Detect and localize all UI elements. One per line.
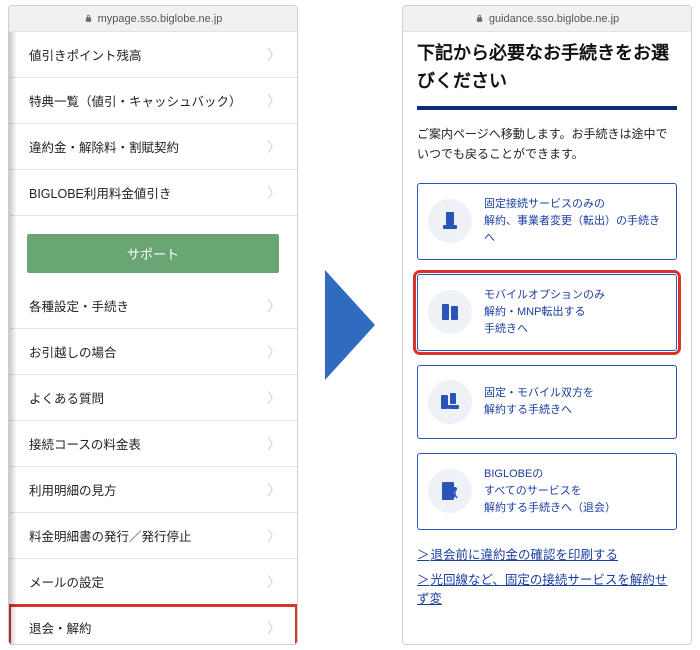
guidance-link[interactable]: 光回線など、固定の接続サービスを解約せず変 [417, 569, 677, 607]
menu-row-label: メールの設定 [29, 572, 104, 591]
card-text-line: 解約する手続きへ（退会） [484, 500, 616, 517]
chevron-right-icon: 〉 [267, 299, 281, 313]
exit-door-icon [428, 469, 472, 513]
lock-icon [84, 14, 93, 23]
chevron-right-icon: 〉 [267, 575, 281, 589]
menu-row[interactable]: 各種設定・手続き 〉 [9, 283, 297, 329]
menu-row[interactable]: メールの設定 〉 [9, 559, 297, 605]
menu-row[interactable]: お引越しの場合 〉 [9, 329, 297, 375]
menu-row-label: 特典一覧（値引・キャッシュバック） [29, 91, 242, 110]
menu-row-label: 料金明細書の発行／発行停止 [29, 526, 192, 545]
menu-row[interactable]: 違約金・解除料・割賦契約 〉 [9, 124, 297, 170]
card-text-line: BIGLOBEの [484, 466, 616, 483]
chevron-right-icon: 〉 [267, 48, 281, 62]
card-text: 固定・モバイル双方を解約する手続きへ [484, 385, 594, 419]
page-description: ご案内ページへ移動します。お手続きは途中でいつでも戻ることができます。 [417, 124, 677, 165]
guidance-link[interactable]: 退会前に違約金の確認を印刷する [417, 544, 677, 563]
menu-row-label: 違約金・解除料・割賦契約 [29, 137, 179, 156]
menu-row-label: BIGLOBE利用料金値引き [29, 183, 171, 202]
card-text-line: 解約・MNP転出する [484, 304, 605, 321]
phones-icon [428, 290, 472, 334]
card-text: BIGLOBEのすべてのサービスを解約する手続きへ（退会） [484, 466, 616, 517]
address-bar: guidance.sso.biglobe.ne.jp [403, 6, 691, 32]
card-all-services[interactable]: BIGLOBEのすべてのサービスを解約する手続きへ（退会） [417, 453, 677, 530]
support-label: サポート [127, 247, 179, 262]
address-bar: mypage.sso.biglobe.ne.jp [9, 6, 297, 32]
menu-row[interactable]: 利用明細の見方 〉 [9, 467, 297, 513]
card-text-line: 解約、事業者変更（転出）の手続きへ [484, 213, 666, 247]
url-text: mypage.sso.biglobe.ne.jp [98, 13, 223, 25]
support-button[interactable]: サポート [27, 234, 279, 273]
menu-row-label: 利用明細の見方 [29, 480, 117, 499]
card-text-line: 解約する手続きへ [484, 402, 594, 419]
right-content: 下記から必要なお手続きをお選びください ご案内ページへ移動します。お手続きは途中… [403, 32, 691, 644]
chevron-right-icon: 〉 [267, 345, 281, 359]
router-phone-icon [428, 380, 472, 424]
menu-row-label: 値引きポイント残高 [29, 45, 142, 64]
menu-row[interactable]: 料金明細書の発行／発行停止 〉 [9, 513, 297, 559]
page-title: 下記から必要なお手続きをお選びください [417, 32, 677, 110]
menu-row-label: 各種設定・手続き [29, 296, 129, 315]
card-text-line: 固定接続サービスのみの [484, 196, 666, 213]
menu-row-label: お引越しの場合 [29, 342, 117, 361]
card-text-line: すべてのサービスを [484, 483, 616, 500]
card-text-line: モバイルオプションのみ [484, 287, 605, 304]
phone-guidance: guidance.sso.biglobe.ne.jp 下記から必要なお手続きをお… [402, 5, 692, 645]
menu-row[interactable]: 値引きポイント残高 〉 [9, 32, 297, 78]
phone-mypage: mypage.sso.biglobe.ne.jp 値引きポイント残高〉特典一覧（… [8, 5, 298, 645]
menu-row-label: 退会・解約 [29, 618, 92, 637]
chevron-right-icon: 〉 [267, 483, 281, 497]
card-fixed-only[interactable]: 固定接続サービスのみの解約、事業者変更（転出）の手続きへ [417, 183, 677, 260]
card-text-line: 手続きへ [484, 321, 605, 338]
card-text: 固定接続サービスのみの解約、事業者変更（転出）の手続きへ [484, 196, 666, 247]
menu-row[interactable]: 特典一覧（値引・キャッシュバック） 〉 [9, 78, 297, 124]
menu-row-label: 接続コースの料金表 [29, 434, 141, 453]
chevron-right-icon: 〉 [267, 437, 281, 451]
chevron-right-icon: 〉 [267, 94, 281, 108]
left-content: 値引きポイント残高〉特典一覧（値引・キャッシュバック）〉違約金・解除料・割賦契約… [9, 32, 297, 644]
arrow-right-icon [325, 270, 375, 380]
chevron-right-icon: 〉 [267, 529, 281, 543]
card-both[interactable]: 固定・モバイル双方を解約する手続きへ [417, 365, 677, 439]
lock-icon [475, 14, 484, 23]
menu-row[interactable]: よくある質問 〉 [9, 375, 297, 421]
chevron-right-icon: 〉 [267, 140, 281, 154]
chevron-right-icon: 〉 [267, 186, 281, 200]
menu-row[interactable]: BIGLOBE利用料金値引き 〉 [9, 170, 297, 216]
menu-row-label: よくある質問 [29, 388, 104, 407]
router-icon [428, 199, 472, 243]
card-text-line: 固定・モバイル双方を [484, 385, 594, 402]
chevron-right-icon: 〉 [267, 391, 281, 405]
menu-row[interactable]: 退会・解約 〉 [9, 605, 297, 644]
menu-row[interactable]: 接続コースの料金表 〉 [9, 421, 297, 467]
transition-arrow [298, 0, 402, 650]
card-mobile-only[interactable]: モバイルオプションのみ解約・MNP転出する手続きへ [417, 274, 677, 351]
url-text: guidance.sso.biglobe.ne.jp [489, 13, 619, 25]
chevron-right-icon: 〉 [267, 621, 281, 635]
card-text: モバイルオプションのみ解約・MNP転出する手続きへ [484, 287, 605, 338]
